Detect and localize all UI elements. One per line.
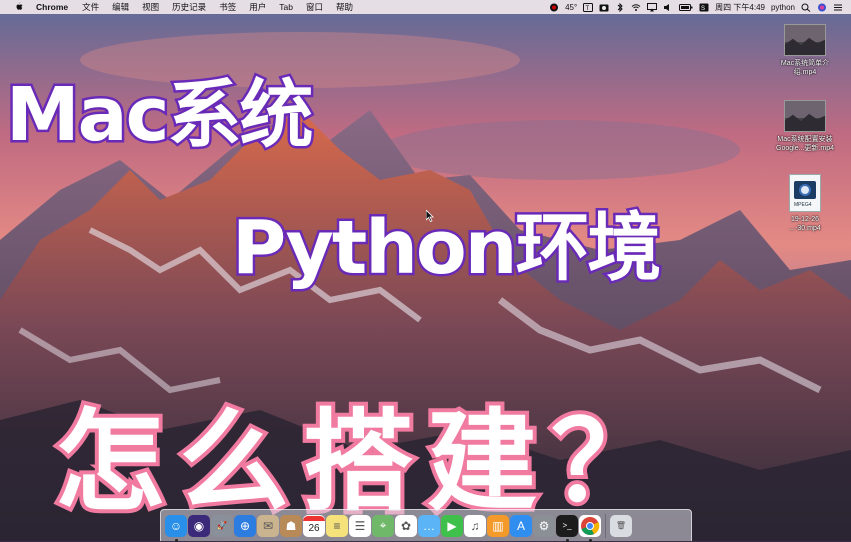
file-name-line1: 19-12-26 (790, 216, 820, 223)
dock-contacts-icon[interactable]: ☗ (280, 514, 302, 537)
itunes-glyph: ♫ (470, 518, 480, 533)
finder-glyph: ☺ (169, 518, 183, 533)
quicktime-file-icon: MPEG4 (789, 174, 821, 212)
dock-maps-icon[interactable]: ⌖ (372, 514, 394, 537)
dock-system-preferences-icon[interactable]: ⚙ (533, 514, 555, 537)
chrome-logo (581, 516, 600, 535)
camera-icon[interactable] (599, 3, 609, 12)
airplay-icon[interactable] (647, 2, 658, 12)
system-preferences-glyph: ⚙ (538, 518, 550, 533)
overlay-title-line1: Mac系统 (3, 70, 315, 161)
desktop-file-intro-video[interactable]: Mac系统简单介 绍.mp4 (770, 24, 840, 77)
ibooks-glyph: ▥ (492, 518, 504, 533)
notes-glyph: ≡ (333, 518, 341, 533)
bluetooth-icon[interactable] (615, 2, 625, 12)
siri-icon[interactable] (817, 3, 827, 12)
record-icon[interactable] (549, 3, 559, 12)
temperature-label[interactable]: 45° (565, 3, 577, 12)
input-source-icon[interactable]: S (699, 3, 709, 12)
user-label[interactable]: python (771, 3, 795, 12)
wifi-icon[interactable] (631, 3, 641, 12)
volume-icon[interactable] (663, 3, 673, 12)
text-input-icon[interactable]: T (583, 2, 594, 12)
safari-glyph: ⊕ (239, 518, 251, 533)
dock-photos-icon[interactable]: ✿ (395, 514, 417, 537)
dock-facetime-icon[interactable]: ▶ (441, 514, 463, 537)
dock-mail-icon[interactable]: ✉ (257, 514, 279, 537)
mail-glyph: ✉ (262, 518, 274, 533)
dock-siri-icon[interactable]: ◉ (188, 514, 210, 537)
terminal-glyph: >_ (562, 521, 572, 530)
messages-glyph: … (423, 518, 435, 533)
dock-ibooks-icon[interactable]: ▥ (487, 514, 509, 537)
file-name-line2: ...-30.mp4 (789, 225, 821, 232)
dock-reminders-icon[interactable]: ☰ (349, 514, 371, 537)
file-name-line1: Mac系统配置安装 (777, 136, 833, 143)
running-indicator (174, 538, 178, 542)
menu-window[interactable]: 窗口 (306, 1, 323, 13)
notification-center-icon[interactable] (833, 3, 843, 12)
dock-terminal-icon[interactable]: >_ (556, 514, 578, 542)
menu-view[interactable]: 视图 (142, 1, 159, 13)
video-thumbnail (784, 24, 826, 56)
app-store-glyph: A (516, 518, 525, 533)
desktop-file-mpeg4-video[interactable]: MPEG4 19-12-26 ...-30.mp4 (770, 174, 840, 233)
dock-separator (605, 513, 606, 538)
menu-bar: Chrome 文件 编辑 视图 历史记录 书签 用户 Tab 窗口 帮助 45°… (0, 0, 851, 14)
dock-calendar-icon[interactable]: 26 (303, 514, 325, 537)
svg-text:S: S (701, 6, 705, 12)
desktop-file-config-video[interactable]: Mac系统配置安装 Google...更新.mp4 (770, 100, 840, 153)
mouse-cursor-icon (426, 210, 434, 222)
dock-trash-icon[interactable]: 🗑 (610, 514, 632, 537)
photos-glyph: ✿ (400, 518, 412, 533)
dock-finder-icon[interactable]: ☺ (165, 514, 187, 542)
dock-messages-icon[interactable]: … (418, 514, 440, 537)
menu-app-name[interactable]: Chrome (36, 2, 68, 12)
running-indicator (565, 538, 569, 542)
maps-glyph: ⌖ (379, 518, 387, 532)
trash-glyph: 🗑 (615, 521, 627, 530)
dock-notes-icon[interactable]: ≡ (326, 514, 348, 537)
calendar-day-number: 26 (308, 522, 320, 534)
menu-people[interactable]: 用户 (249, 1, 266, 13)
dock-launchpad-icon[interactable]: 🚀 (211, 514, 233, 537)
file-type-tag: MPEG4 (794, 202, 812, 208)
menu-history[interactable]: 历史记录 (172, 1, 206, 13)
overlay-title-line2: Python环境 (229, 203, 663, 294)
reminders-glyph: ☰ (354, 518, 366, 533)
dock-chrome-icon[interactable] (579, 514, 601, 542)
dock: ☺ ◉ 🚀 ⊕ ✉ ☗ 26 ≡ ☰ ⌖ ✿ … ▶ ♫ ▥ A ⚙ >_ 🗑 (160, 509, 692, 542)
file-name-line2: 绍.mp4 (793, 69, 817, 76)
clock-label[interactable]: 周四 下午4:49 (715, 2, 765, 13)
siri-glyph: ◉ (193, 518, 205, 533)
svg-text:T: T (586, 6, 590, 12)
menu-help[interactable]: 帮助 (336, 1, 353, 13)
running-indicator (588, 538, 592, 542)
contacts-glyph: ☗ (285, 518, 297, 533)
file-name-line2: Google...更新.mp4 (776, 145, 834, 152)
menu-edit[interactable]: 编辑 (112, 1, 129, 13)
dock-safari-icon[interactable]: ⊕ (234, 514, 256, 537)
menu-bookmarks[interactable]: 书签 (219, 1, 236, 13)
apple-menu-icon[interactable] (14, 2, 24, 13)
overlay-title-line3: 怎么搭建？ (51, 394, 675, 530)
file-name-line1: Mac系统简单介 (780, 60, 830, 67)
dock-app-store-icon[interactable]: A (510, 514, 532, 537)
menu-tab[interactable]: Tab (279, 2, 293, 12)
battery-icon[interactable] (679, 3, 693, 12)
dock-itunes-icon[interactable]: ♫ (464, 514, 486, 537)
launchpad-glyph: 🚀 (217, 521, 227, 530)
menu-file[interactable]: 文件 (82, 1, 99, 13)
search-icon[interactable] (801, 3, 811, 12)
facetime-glyph: ▶ (447, 518, 457, 533)
video-thumbnail (784, 100, 826, 132)
